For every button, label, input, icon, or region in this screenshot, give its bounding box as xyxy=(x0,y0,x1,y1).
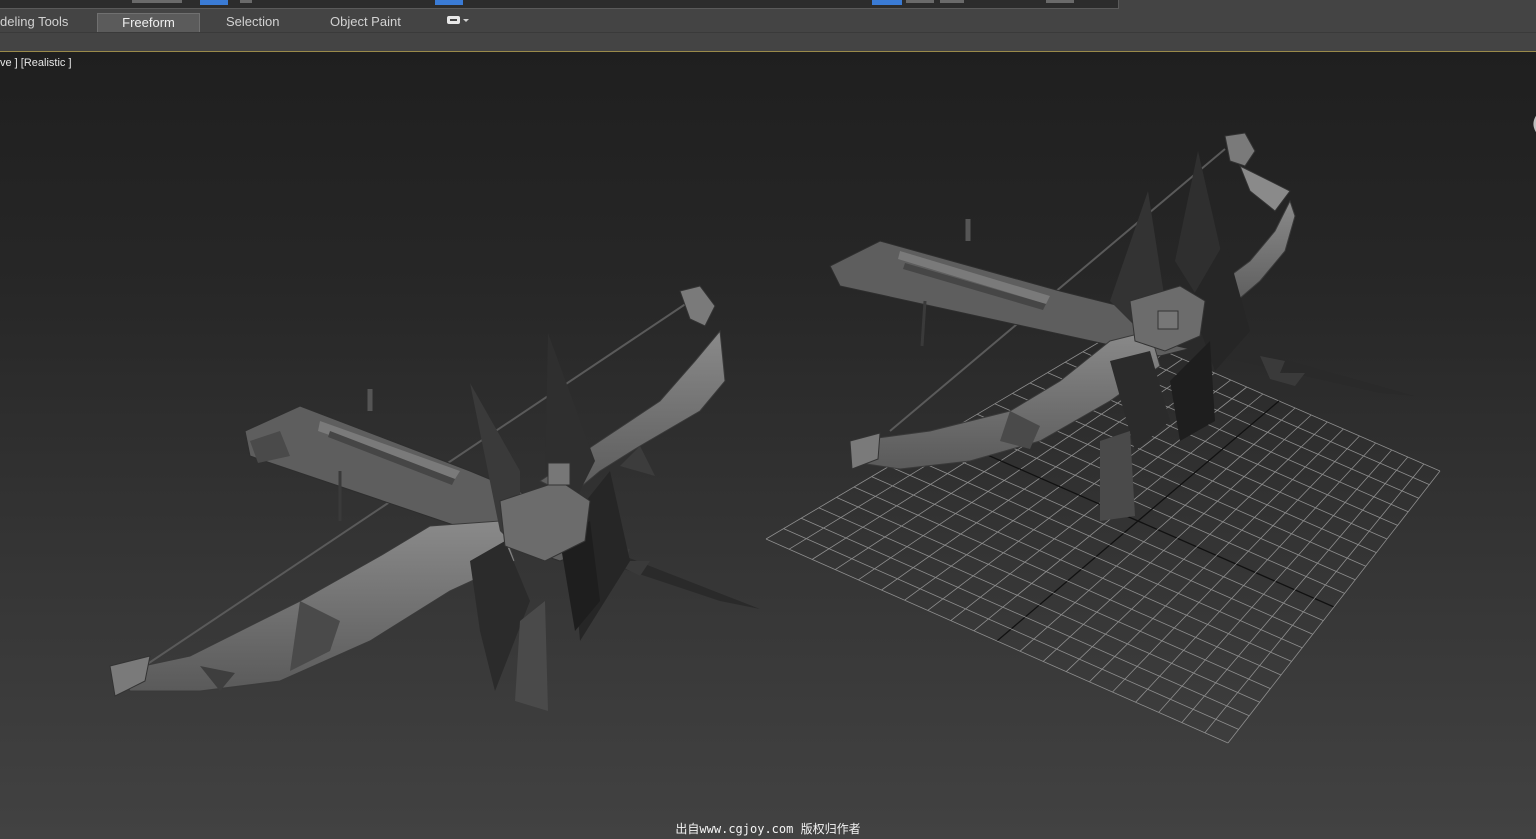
grid-line xyxy=(1181,456,1409,723)
grid-line xyxy=(818,507,1260,703)
tab-object-paint[interactable]: Object Paint xyxy=(330,12,401,31)
tab-modeling-tools[interactable]: deling Tools xyxy=(0,12,68,31)
tab-selection[interactable]: Selection xyxy=(226,12,279,31)
crossbow-model-right[interactable] xyxy=(829,132,1415,521)
viewcube-icon[interactable] xyxy=(1527,110,1536,138)
ribbon-tab-bar: deling Tools Freeform Selection Object P… xyxy=(0,10,1536,33)
select-object-button[interactable] xyxy=(200,0,228,5)
toolbar-strip xyxy=(0,0,1119,9)
grid-line xyxy=(1204,463,1425,734)
grid-line xyxy=(765,538,1229,744)
perspective-viewport[interactable]: ve ] [Realistic ] 出自www.cgjoy.com 版权归作者 xyxy=(0,51,1536,839)
toolbar-button[interactable] xyxy=(240,0,252,3)
grid-line xyxy=(783,528,1239,730)
watermark-text: 出自www.cgjoy.com 版权归作者 xyxy=(675,822,861,836)
ribbon-panel xyxy=(0,33,1536,51)
toolbar-button[interactable] xyxy=(1046,0,1074,3)
toolbar-button[interactable] xyxy=(132,0,182,3)
toolbar-button[interactable] xyxy=(940,0,964,3)
select-move-button[interactable] xyxy=(435,0,463,5)
viewport-scene xyxy=(109,132,1441,744)
grid-line xyxy=(801,517,1250,717)
snap-toggle-button[interactable] xyxy=(872,0,902,5)
crossbow-model-left[interactable] xyxy=(109,285,760,711)
tab-freeform[interactable]: Freeform xyxy=(97,13,200,32)
main-toolbar xyxy=(0,0,1536,10)
viewport-label[interactable]: ve ] [Realistic ] xyxy=(0,57,72,69)
toolbar-button[interactable] xyxy=(906,0,934,3)
display-options-icon[interactable] xyxy=(447,15,471,27)
